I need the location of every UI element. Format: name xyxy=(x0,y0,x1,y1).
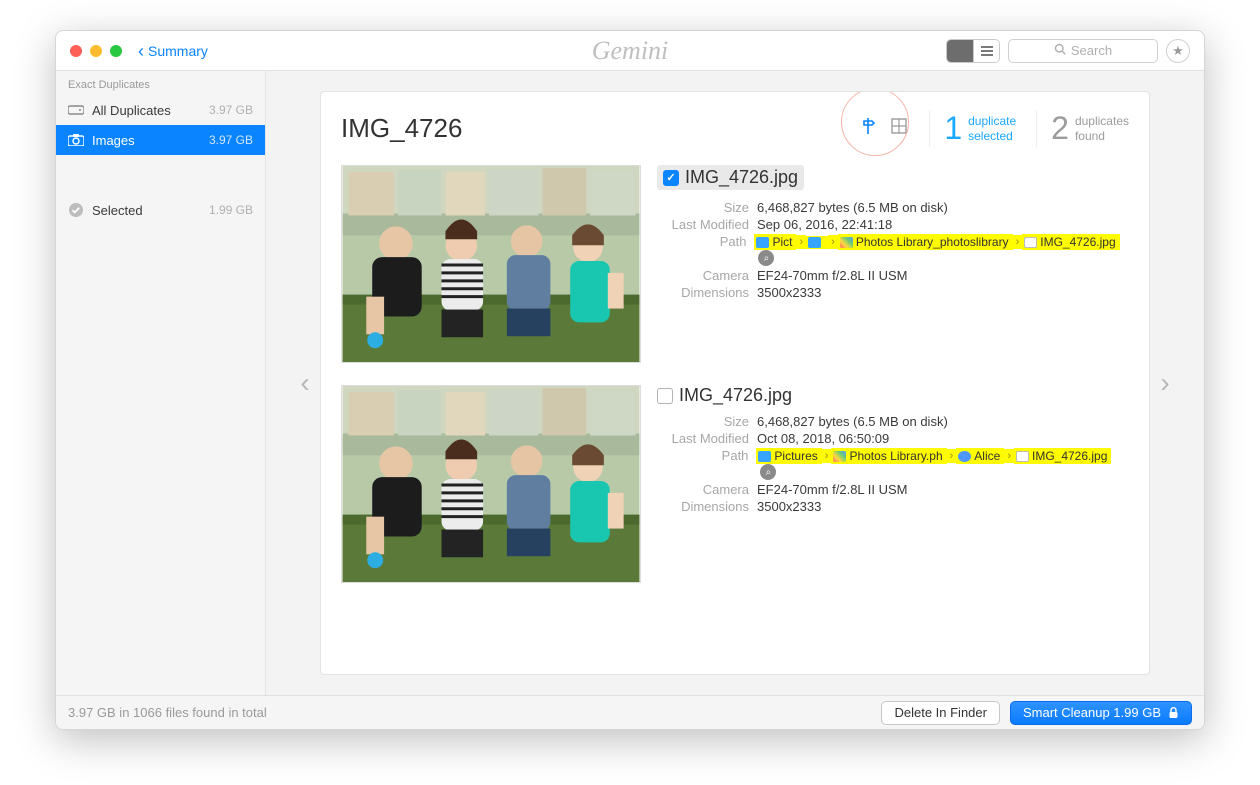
camera-value: EF24-70mm f/2.8L II USM xyxy=(757,268,908,283)
folder-icon xyxy=(808,237,821,248)
camera-value: EF24-70mm f/2.8L II USM xyxy=(757,482,908,497)
select-checkbox[interactable] xyxy=(657,388,673,404)
selected-count: 1 duplicateselected xyxy=(929,110,1016,147)
size-value: 6,468,827 bytes (6.5 MB on disk) xyxy=(757,200,948,215)
sidebar-section-label: Exact Duplicates xyxy=(56,71,265,95)
view-mode-toggle[interactable] xyxy=(946,39,1000,63)
list-view-icon[interactable] xyxy=(973,40,999,62)
sidebar-item-selected[interactable]: Selected 1.99 GB xyxy=(56,195,265,225)
grid-icon xyxy=(891,118,907,139)
chevron-left-icon: ‹ xyxy=(138,42,144,60)
chevron-right-icon: › xyxy=(1160,367,1169,399)
duplicate-row: IMG_4726.jpg Size6,468,827 bytes (6.5 MB… xyxy=(341,377,1129,597)
back-button[interactable]: ‹ Summary xyxy=(138,42,208,60)
sidebar-item-label: Selected xyxy=(92,203,143,218)
thumbnail[interactable] xyxy=(341,165,641,363)
filename: IMG_4726.jpg xyxy=(679,385,792,406)
path-breadcrumb[interactable]: Pict› › Photos Library_photoslibrary› IM… xyxy=(754,234,1129,266)
folder-icon xyxy=(758,451,771,462)
filename-bar[interactable]: ✓ IMG_4726.jpg xyxy=(657,165,804,190)
file-icon xyxy=(1024,237,1037,248)
sidebar-item-images[interactable]: Images 3.97 GB xyxy=(56,125,265,155)
reveal-in-finder-button[interactable]: ⌕ xyxy=(760,464,776,480)
zoom-window-button[interactable] xyxy=(110,45,122,57)
thumbnail[interactable] xyxy=(341,385,641,583)
grid-view-icon[interactable] xyxy=(947,40,973,62)
smart-cleanup-button[interactable]: Smart Cleanup 1.99 GB xyxy=(1010,701,1192,725)
status-summary: 3.97 GB in 1066 files found in total xyxy=(68,705,267,720)
minimize-window-button[interactable] xyxy=(90,45,102,57)
signpost-icon xyxy=(860,117,878,140)
modified-value: Oct 08, 2018, 06:50:09 xyxy=(757,431,889,446)
sidebar-item-size: 3.97 GB xyxy=(209,103,253,117)
folder-icon xyxy=(756,237,769,248)
photos-library-icon xyxy=(833,451,846,462)
reveal-in-finder-button[interactable]: ⌕ xyxy=(758,250,774,266)
sidebar-item-size: 3.97 GB xyxy=(209,133,253,147)
chevron-left-icon: ‹ xyxy=(300,367,309,399)
sidebar: Exact Duplicates All Duplicates 3.97 GB … xyxy=(56,71,266,695)
next-button[interactable]: › xyxy=(1150,91,1180,675)
found-count: 2 duplicatesfound xyxy=(1036,110,1129,147)
previous-button[interactable]: ‹ xyxy=(290,91,320,675)
modified-value: Sep 06, 2016, 22:41:18 xyxy=(757,217,892,232)
photos-library-icon xyxy=(840,237,853,248)
camera-icon xyxy=(68,132,84,148)
dimensions-value: 3500x2333 xyxy=(757,285,821,300)
magnifier-icon: ⌕ xyxy=(766,467,772,478)
sidebar-item-size: 1.99 GB xyxy=(209,203,253,217)
magnifier-icon: ⌕ xyxy=(764,253,770,264)
select-checkbox[interactable]: ✓ xyxy=(663,170,679,186)
app-window: ‹ Summary Gemini Search ★ Exact Duplicat… xyxy=(55,30,1205,730)
search-placeholder: Search xyxy=(1071,43,1112,58)
search-input[interactable]: Search xyxy=(1008,39,1158,63)
sidebar-item-label: All Duplicates xyxy=(92,103,171,118)
grid-view-button[interactable] xyxy=(889,119,909,139)
drive-icon xyxy=(68,102,84,118)
path-breadcrumb[interactable]: Pictures› Photos Library.ph› Alice› IMG_… xyxy=(756,448,1129,480)
filename-bar[interactable]: IMG_4726.jpg xyxy=(657,385,1129,406)
status-bar: 3.97 GB in 1066 files found in total Del… xyxy=(56,695,1204,729)
titlebar: ‹ Summary Gemini Search ★ xyxy=(56,31,1204,71)
window-controls xyxy=(70,45,122,57)
sidebar-item-label: Images xyxy=(92,133,135,148)
sidebar-item-all-duplicates[interactable]: All Duplicates 3.97 GB xyxy=(56,95,265,125)
size-value: 6,468,827 bytes (6.5 MB on disk) xyxy=(757,414,948,429)
favorite-button[interactable]: ★ xyxy=(1166,39,1190,63)
search-icon xyxy=(1054,43,1066,58)
main-area: ‹ IMG_4726 xyxy=(266,71,1204,695)
dimensions-value: 3500x2333 xyxy=(757,499,821,514)
delete-in-finder-button[interactable]: Delete In Finder xyxy=(881,701,1000,725)
app-brand: Gemini xyxy=(592,36,669,66)
person-icon xyxy=(958,451,971,462)
lock-icon xyxy=(1167,707,1179,719)
duplicate-row: ✓ IMG_4726.jpg Size6,468,827 bytes (6.5 … xyxy=(341,157,1129,377)
star-icon: ★ xyxy=(1172,43,1184,59)
filename: IMG_4726.jpg xyxy=(685,167,798,188)
back-label: Summary xyxy=(148,43,208,59)
compare-view-button[interactable] xyxy=(859,119,879,139)
checkmark-circle-icon xyxy=(68,202,84,218)
item-title: IMG_4726 xyxy=(341,113,462,144)
detail-panel: IMG_4726 xyxy=(320,91,1150,675)
file-icon xyxy=(1016,451,1029,462)
close-window-button[interactable] xyxy=(70,45,82,57)
